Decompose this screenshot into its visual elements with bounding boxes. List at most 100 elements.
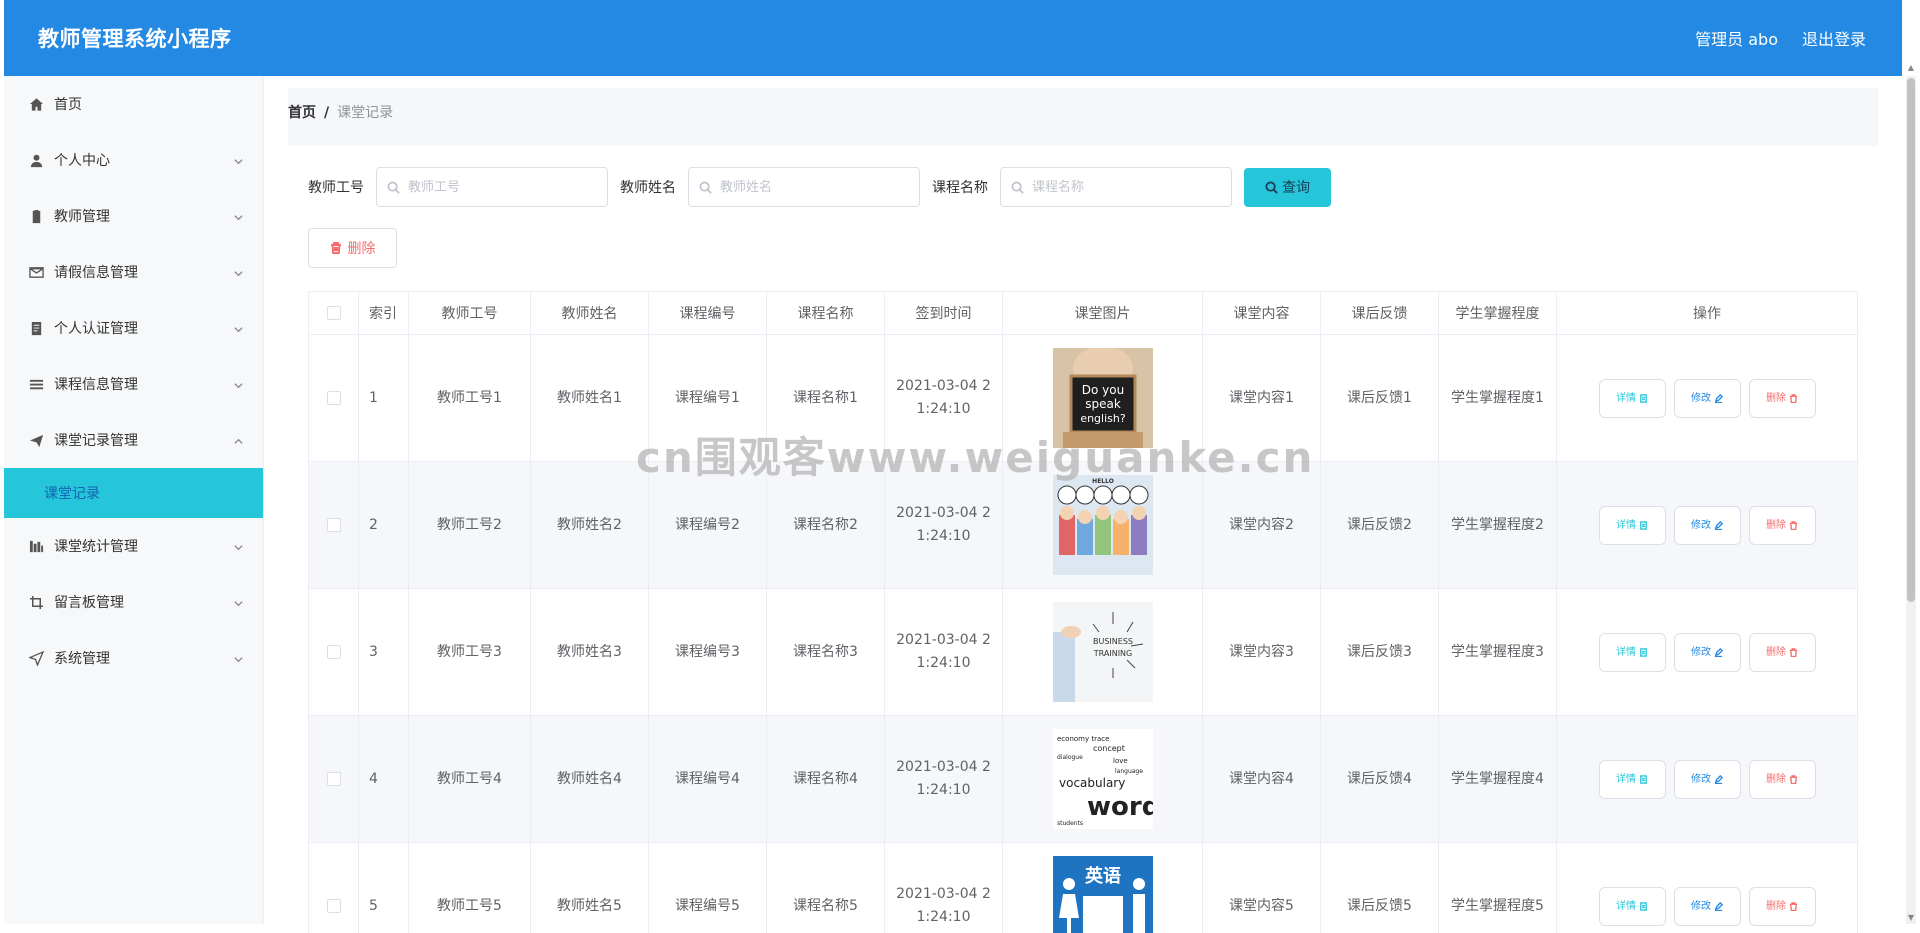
row-delete-button[interactable]: 删除 — [1748, 886, 1816, 926]
sidebar-item-system-mgmt[interactable]: 系统管理 — [4, 630, 263, 686]
cell-content: 课堂内容5 — [1202, 842, 1321, 933]
trash-icon — [330, 242, 341, 254]
chevron-down-icon — [234, 322, 243, 333]
batch-delete-button[interactable]: 删除 — [308, 228, 397, 268]
breadcrumb-home[interactable]: 首页 — [288, 105, 316, 121]
teacher-no-input[interactable] — [408, 179, 598, 195]
search-icon — [1265, 180, 1278, 194]
sidebar-item-auth-mgmt[interactable]: 个人认证管理 — [4, 300, 263, 356]
sidebar-item-message-board-mgmt[interactable]: 留言板管理 — [4, 574, 263, 630]
sidebar-item-course-mgmt[interactable]: 课程信息管理 — [4, 356, 263, 412]
watermark-text: cn围观客www.weiguanke.cn — [636, 433, 1315, 482]
sidebar-item-label: 课堂记录管理 — [54, 433, 138, 449]
edit-button[interactable]: 修改 — [1673, 505, 1741, 545]
course-name-field[interactable] — [1000, 167, 1232, 207]
sidebar-item-label: 留言板管理 — [54, 595, 124, 611]
detail-button[interactable]: 详情 — [1598, 759, 1666, 799]
detail-button[interactable]: 详情 — [1598, 505, 1666, 545]
img5-text: 英语 — [1084, 865, 1121, 887]
table-row: 5 教师工号5 教师姓名5 课程编号5 课程名称5 2021-03-04 2 1:… — [308, 842, 1858, 933]
scrollbar-thumb[interactable] — [1907, 78, 1915, 602]
cell-teacher-name: 教师姓名4 — [530, 715, 649, 843]
cell-teacher-no: 教师工号3 — [408, 588, 531, 716]
query-button[interactable]: 查询 — [1244, 167, 1331, 207]
english-sign-image[interactable]: 英语 — [1052, 856, 1153, 933]
edit-button[interactable]: 修改 — [1673, 886, 1741, 926]
img4-sub: vocabulary — [1059, 776, 1125, 790]
trash-icon — [1789, 901, 1798, 911]
edit-label: 修改 — [1691, 392, 1711, 404]
search-icon — [699, 180, 712, 194]
select-all-checkbox[interactable] — [326, 306, 341, 320]
row-delete-button[interactable]: 删除 — [1748, 632, 1816, 672]
row-select-cell[interactable] — [308, 715, 359, 843]
sidebar-item-home[interactable]: 首页 — [4, 76, 263, 132]
cell-operations: 详情 修改 删除 — [1556, 842, 1858, 933]
cell-index: 3 — [358, 588, 409, 716]
checkin-clock: 1:24:10 — [916, 528, 971, 544]
cell-course-no: 课程编号3 — [648, 588, 767, 716]
svg-text:concept: concept — [1093, 744, 1125, 753]
row-select-cell[interactable] — [308, 588, 359, 716]
course-name-input[interactable] — [1032, 179, 1222, 195]
sidebar-item-class-record-mgmt[interactable]: 课堂记录管理 — [4, 412, 263, 468]
select-all-cell[interactable] — [308, 291, 359, 335]
detail-button[interactable]: 详情 — [1598, 632, 1666, 672]
cell-feedback: 课后反馈2 — [1320, 461, 1439, 589]
edit-button[interactable]: 修改 — [1673, 632, 1741, 672]
sidebar: 首页 个人中心 教师管理 请假信息管理 个人认证管理 课程信息管理 课堂记录管理… — [4, 76, 264, 924]
cell-index: 5 — [358, 842, 409, 933]
detail-button[interactable]: 详情 — [1598, 378, 1666, 418]
sidebar-item-personal-center[interactable]: 个人中心 — [4, 132, 263, 188]
teacher-name-field[interactable] — [688, 167, 920, 207]
cell-course-name: 课程名称3 — [766, 588, 885, 716]
row-select-cell[interactable] — [308, 842, 359, 933]
sidebar-item-teacher-mgmt[interactable]: 教师管理 — [4, 188, 263, 244]
hello-kids-image[interactable]: HELLO — [1052, 475, 1153, 575]
vocabulary-words-image[interactable]: economy trace concept dialogue love vocabula… — [1052, 729, 1153, 829]
cell-feedback: 课后反馈1 — [1320, 334, 1439, 462]
chevron-down-icon — [234, 154, 243, 165]
chevron-down-icon — [234, 266, 243, 277]
row-checkbox[interactable] — [326, 517, 341, 532]
vertical-scrollbar[interactable] — [1906, 76, 1916, 924]
cell-class-image: economy trace concept dialogue love vocabula… — [1002, 715, 1203, 843]
cell-teacher-no: 教师工号1 — [408, 334, 531, 462]
trash-icon — [1789, 520, 1798, 530]
row-delete-button[interactable]: 删除 — [1748, 759, 1816, 799]
row-checkbox[interactable] — [326, 898, 341, 913]
row-checkbox[interactable] — [326, 390, 341, 405]
chevron-down-icon — [234, 652, 243, 663]
edit-button[interactable]: 修改 — [1673, 378, 1741, 418]
row-delete-button[interactable]: 删除 — [1748, 378, 1816, 418]
business-training-image[interactable]: BUSINESS TRAINING — [1052, 602, 1153, 702]
sidebar-subitem-class-record[interactable]: 课堂记录 — [4, 468, 263, 518]
column-header: 课程名称 — [766, 291, 885, 335]
sidebar-item-leave-mgmt[interactable]: 请假信息管理 — [4, 244, 263, 300]
detail-button[interactable]: 详情 — [1598, 886, 1666, 926]
row-checkbox[interactable] — [326, 771, 341, 786]
row-actions: 详情 修改 删除 — [1557, 378, 1857, 418]
list-icon — [28, 376, 44, 392]
checkin-date: 2021-03-04 2 — [896, 505, 991, 521]
sidebar-item-class-stats-mgmt[interactable]: 课堂统计管理 — [4, 518, 263, 574]
crop-icon — [28, 594, 44, 610]
row-checkbox[interactable] — [326, 644, 341, 659]
row-select-cell[interactable] — [308, 461, 359, 589]
scroll-up-arrow-icon[interactable]: ▲ — [1907, 64, 1915, 72]
checkin-date: 2021-03-04 2 — [896, 632, 991, 648]
cell-class-image: BUSINESS TRAINING — [1002, 588, 1203, 716]
teacher-name-input[interactable] — [720, 179, 910, 195]
row-delete-label: 删除 — [1766, 392, 1786, 404]
badge-icon — [28, 320, 44, 336]
row-delete-button[interactable]: 删除 — [1748, 505, 1816, 545]
trash-icon — [1789, 393, 1798, 403]
logout-link[interactable]: 退出登录 — [1802, 26, 1866, 50]
row-select-cell[interactable] — [308, 334, 359, 462]
img1-line: speak — [1085, 397, 1121, 411]
edit-button[interactable]: 修改 — [1673, 759, 1741, 799]
row-actions: 详情 修改 删除 — [1557, 886, 1857, 926]
scroll-down-arrow-icon[interactable]: ▼ — [1907, 914, 1915, 922]
teacher-no-field[interactable] — [376, 167, 608, 207]
chevron-up-icon — [234, 434, 243, 444]
